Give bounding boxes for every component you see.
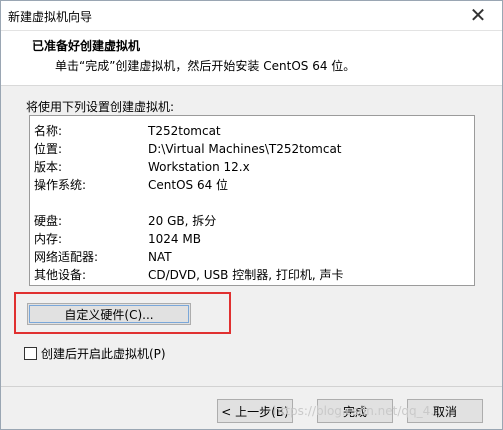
summary-key: 位置: [34, 142, 63, 156]
power-on-checkbox[interactable] [24, 347, 37, 360]
summary-value: CentOS 64 位 [148, 178, 229, 192]
back-button[interactable]: < 上一步(B) [217, 399, 293, 423]
summary-row: 网络适配器: NAT [30, 248, 474, 266]
summary-value: Workstation 12.x [148, 160, 250, 174]
summary-key: 名称: [34, 124, 63, 138]
close-button[interactable]: ✕ [456, 2, 500, 28]
summary-value: 20 GB, 拆分 [148, 214, 217, 228]
summary-row: 操作系统: CentOS 64 位 [30, 176, 474, 194]
window-title: 新建虚拟机向导 [8, 10, 93, 24]
header-subtitle: 单击“完成”创建虚拟机，然后开始安装 CentOS 64 位。 [55, 59, 356, 73]
title-bar: 新建虚拟机向导 ✕ [1, 1, 502, 31]
power-on-option[interactable]: 创建后开启此虚拟机(P) [24, 345, 166, 362]
summary-key: 硬盘: [34, 214, 63, 228]
header-title: 已准备好创建虚拟机 [32, 39, 141, 53]
summary-value: 1024 MB [148, 232, 201, 246]
summary-key: 操作系统: [34, 178, 87, 192]
summary-value: CD/DVD, USB 控制器, 打印机, 声卡 [148, 268, 344, 282]
summary-value: T252tomcat [148, 124, 221, 138]
summary-key: 网络适配器: [34, 250, 99, 264]
cancel-button[interactable]: 取消 [407, 399, 483, 423]
wizard-header: 已准备好创建虚拟机 单击“完成”创建虚拟机，然后开始安装 CentOS 64 位… [1, 31, 502, 86]
finish-button[interactable]: 完成 [317, 399, 393, 423]
summary-value: D:\Virtual Machines\T252tomcat [148, 142, 342, 156]
summary-row: 名称: T252tomcat [30, 122, 474, 140]
power-on-label: 创建后开启此虚拟机(P) [41, 347, 166, 361]
summary-key: 版本: [34, 160, 63, 174]
close-icon: ✕ [469, 3, 487, 27]
summary-row: 版本: Workstation 12.x [30, 158, 474, 176]
settings-summary-box: 名称: T252tomcat 位置: D:\Virtual Machines\T… [29, 115, 475, 286]
footer-divider [1, 386, 502, 387]
summary-label: 将使用下列设置创建虚拟机: [26, 100, 175, 114]
summary-row: 位置: D:\Virtual Machines\T252tomcat [30, 140, 474, 158]
summary-row: 内存: 1024 MB [30, 230, 474, 248]
summary-row: 其他设备: CD/DVD, USB 控制器, 打印机, 声卡 [30, 266, 474, 284]
customize-hardware-button[interactable]: 自定义硬件(C)... [27, 303, 191, 325]
summary-row: 硬盘: 20 GB, 拆分 [30, 212, 474, 230]
wizard-window: 新建虚拟机向导 ✕ 已准备好创建虚拟机 单击“完成”创建虚拟机，然后开始安装 C… [0, 0, 503, 430]
summary-key: 其他设备: [34, 268, 87, 282]
summary-value: NAT [148, 250, 172, 264]
summary-key: 内存: [34, 232, 63, 246]
